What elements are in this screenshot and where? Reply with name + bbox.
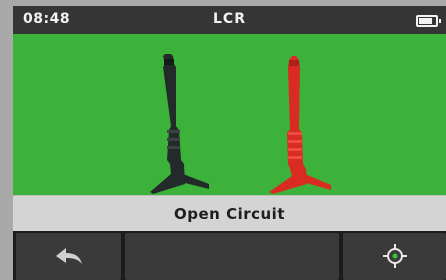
crosshair-target-icon bbox=[383, 244, 407, 268]
target-softkey[interactable] bbox=[343, 233, 446, 280]
mode-title: LCR bbox=[213, 11, 246, 27]
back-softkey[interactable] bbox=[16, 233, 121, 280]
blank-softkey[interactable] bbox=[125, 233, 339, 280]
device-frame-left bbox=[0, 6, 13, 280]
black-probe bbox=[150, 54, 209, 194]
softkey-bar bbox=[13, 231, 446, 280]
battery-icon bbox=[416, 15, 441, 27]
red-probe bbox=[269, 56, 331, 194]
back-arrow-icon bbox=[56, 248, 82, 264]
status-bar: 08:48 LCR bbox=[13, 6, 446, 34]
status-strip: Open Circuit bbox=[13, 195, 446, 232]
probe-illustration bbox=[13, 34, 446, 195]
status-message: Open Circuit bbox=[174, 205, 285, 223]
